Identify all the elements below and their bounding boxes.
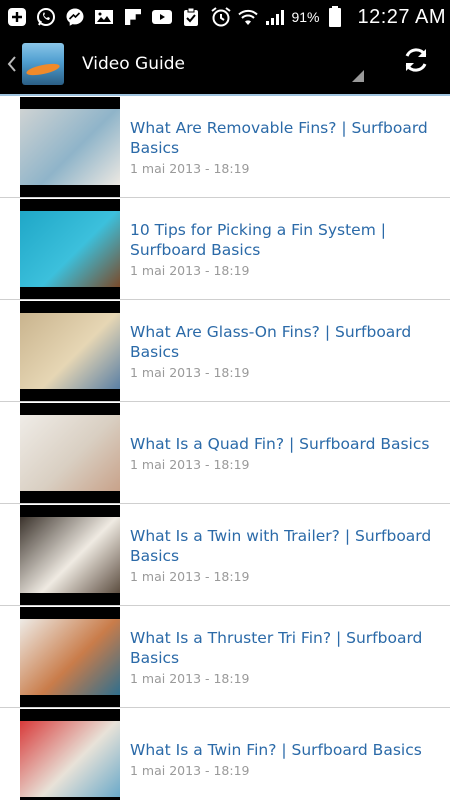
video-thumbnail[interactable] [20,96,120,197]
video-list-item[interactable]: What Are Removable Fins? | Surfboard Bas… [0,94,450,198]
add-icon [6,6,28,28]
video-date: 1 mai 2013 - 18:19 [130,762,250,778]
video-title[interactable]: What Is a Quad Fin? | Surfboard Basics [130,434,432,454]
refresh-button[interactable] [398,44,434,80]
video-thumbnail[interactable] [20,504,120,605]
video-list-item[interactable]: What Is a Twin with Trailer? | Surfboard… [0,504,450,606]
clock-time: 12:27 AM [357,5,446,28]
alarm-icon [210,6,232,28]
video-thumbnail[interactable] [20,708,120,800]
video-title[interactable]: 10 Tips for Picking a Fin System | Surfb… [130,220,432,260]
video-date: 1 mai 2013 - 18:19 [130,160,250,176]
chevron-left-icon[interactable] [4,49,20,79]
app-logo[interactable] [22,43,64,85]
system-indicators: 91% 12:27 AM [210,6,450,29]
video-meta: What Is a Twin Fin? | Surfboard Basics 1… [120,740,450,778]
video-meta: What Is a Twin with Trailer? | Surfboard… [120,526,450,584]
video-title[interactable]: What Are Removable Fins? | Surfboard Bas… [130,118,432,158]
video-meta: What Are Removable Fins? | Surfboard Bas… [120,118,450,176]
video-list-item[interactable]: 10 Tips for Picking a Fin System | Surfb… [0,198,450,300]
battery-percent: 91% [291,9,320,25]
dropdown-indicator-icon[interactable] [352,70,364,82]
status-bar: 91% 12:27 AM [0,0,450,34]
video-list-item[interactable]: What Is a Thruster Tri Fin? | Surfboard … [0,606,450,708]
refresh-icon [401,45,431,79]
video-date: 1 mai 2013 - 18:19 [130,364,250,380]
video-title[interactable]: What Is a Twin with Trailer? | Surfboard… [130,526,432,566]
video-list[interactable]: What Are Removable Fins? | Surfboard Bas… [0,94,450,800]
video-title[interactable]: What Is a Twin Fin? | Surfboard Basics [130,740,432,760]
video-thumbnail[interactable] [20,198,120,299]
video-thumbnail[interactable] [20,300,120,401]
video-title[interactable]: What Are Glass-On Fins? | Surfboard Basi… [130,322,432,362]
video-date: 1 mai 2013 - 18:19 [130,670,250,686]
video-date: 1 mai 2013 - 18:19 [130,568,250,584]
video-title[interactable]: What Is a Thruster Tri Fin? | Surfboard … [130,628,432,668]
video-date: 1 mai 2013 - 18:19 [130,262,250,278]
messenger-icon [64,6,86,28]
action-bar: Video Guide [0,34,450,94]
whatsapp-icon [35,6,57,28]
app-title: Video Guide [82,54,185,74]
video-meta: What Are Glass-On Fins? | Surfboard Basi… [120,322,450,380]
clipboard-icon [180,6,202,28]
video-list-item[interactable]: What Is a Twin Fin? | Surfboard Basics 1… [0,708,450,800]
gallery-icon [93,6,115,28]
video-thumbnail[interactable] [20,606,120,707]
video-meta: What Is a Quad Fin? | Surfboard Basics 1… [120,434,450,472]
video-list-item[interactable]: What Is a Quad Fin? | Surfboard Basics 1… [0,402,450,504]
video-list-item[interactable]: What Are Glass-On Fins? | Surfboard Basi… [0,300,450,402]
video-date: 1 mai 2013 - 18:19 [130,456,250,472]
signal-icon [264,6,286,28]
flipboard-icon [122,6,144,28]
youtube-icon [151,6,173,28]
battery-icon [324,6,346,28]
notification-icons [0,6,202,28]
wifi-icon [237,6,259,28]
video-meta: 10 Tips for Picking a Fin System | Surfb… [120,220,450,278]
video-meta: What Is a Thruster Tri Fin? | Surfboard … [120,628,450,686]
video-thumbnail[interactable] [20,402,120,503]
